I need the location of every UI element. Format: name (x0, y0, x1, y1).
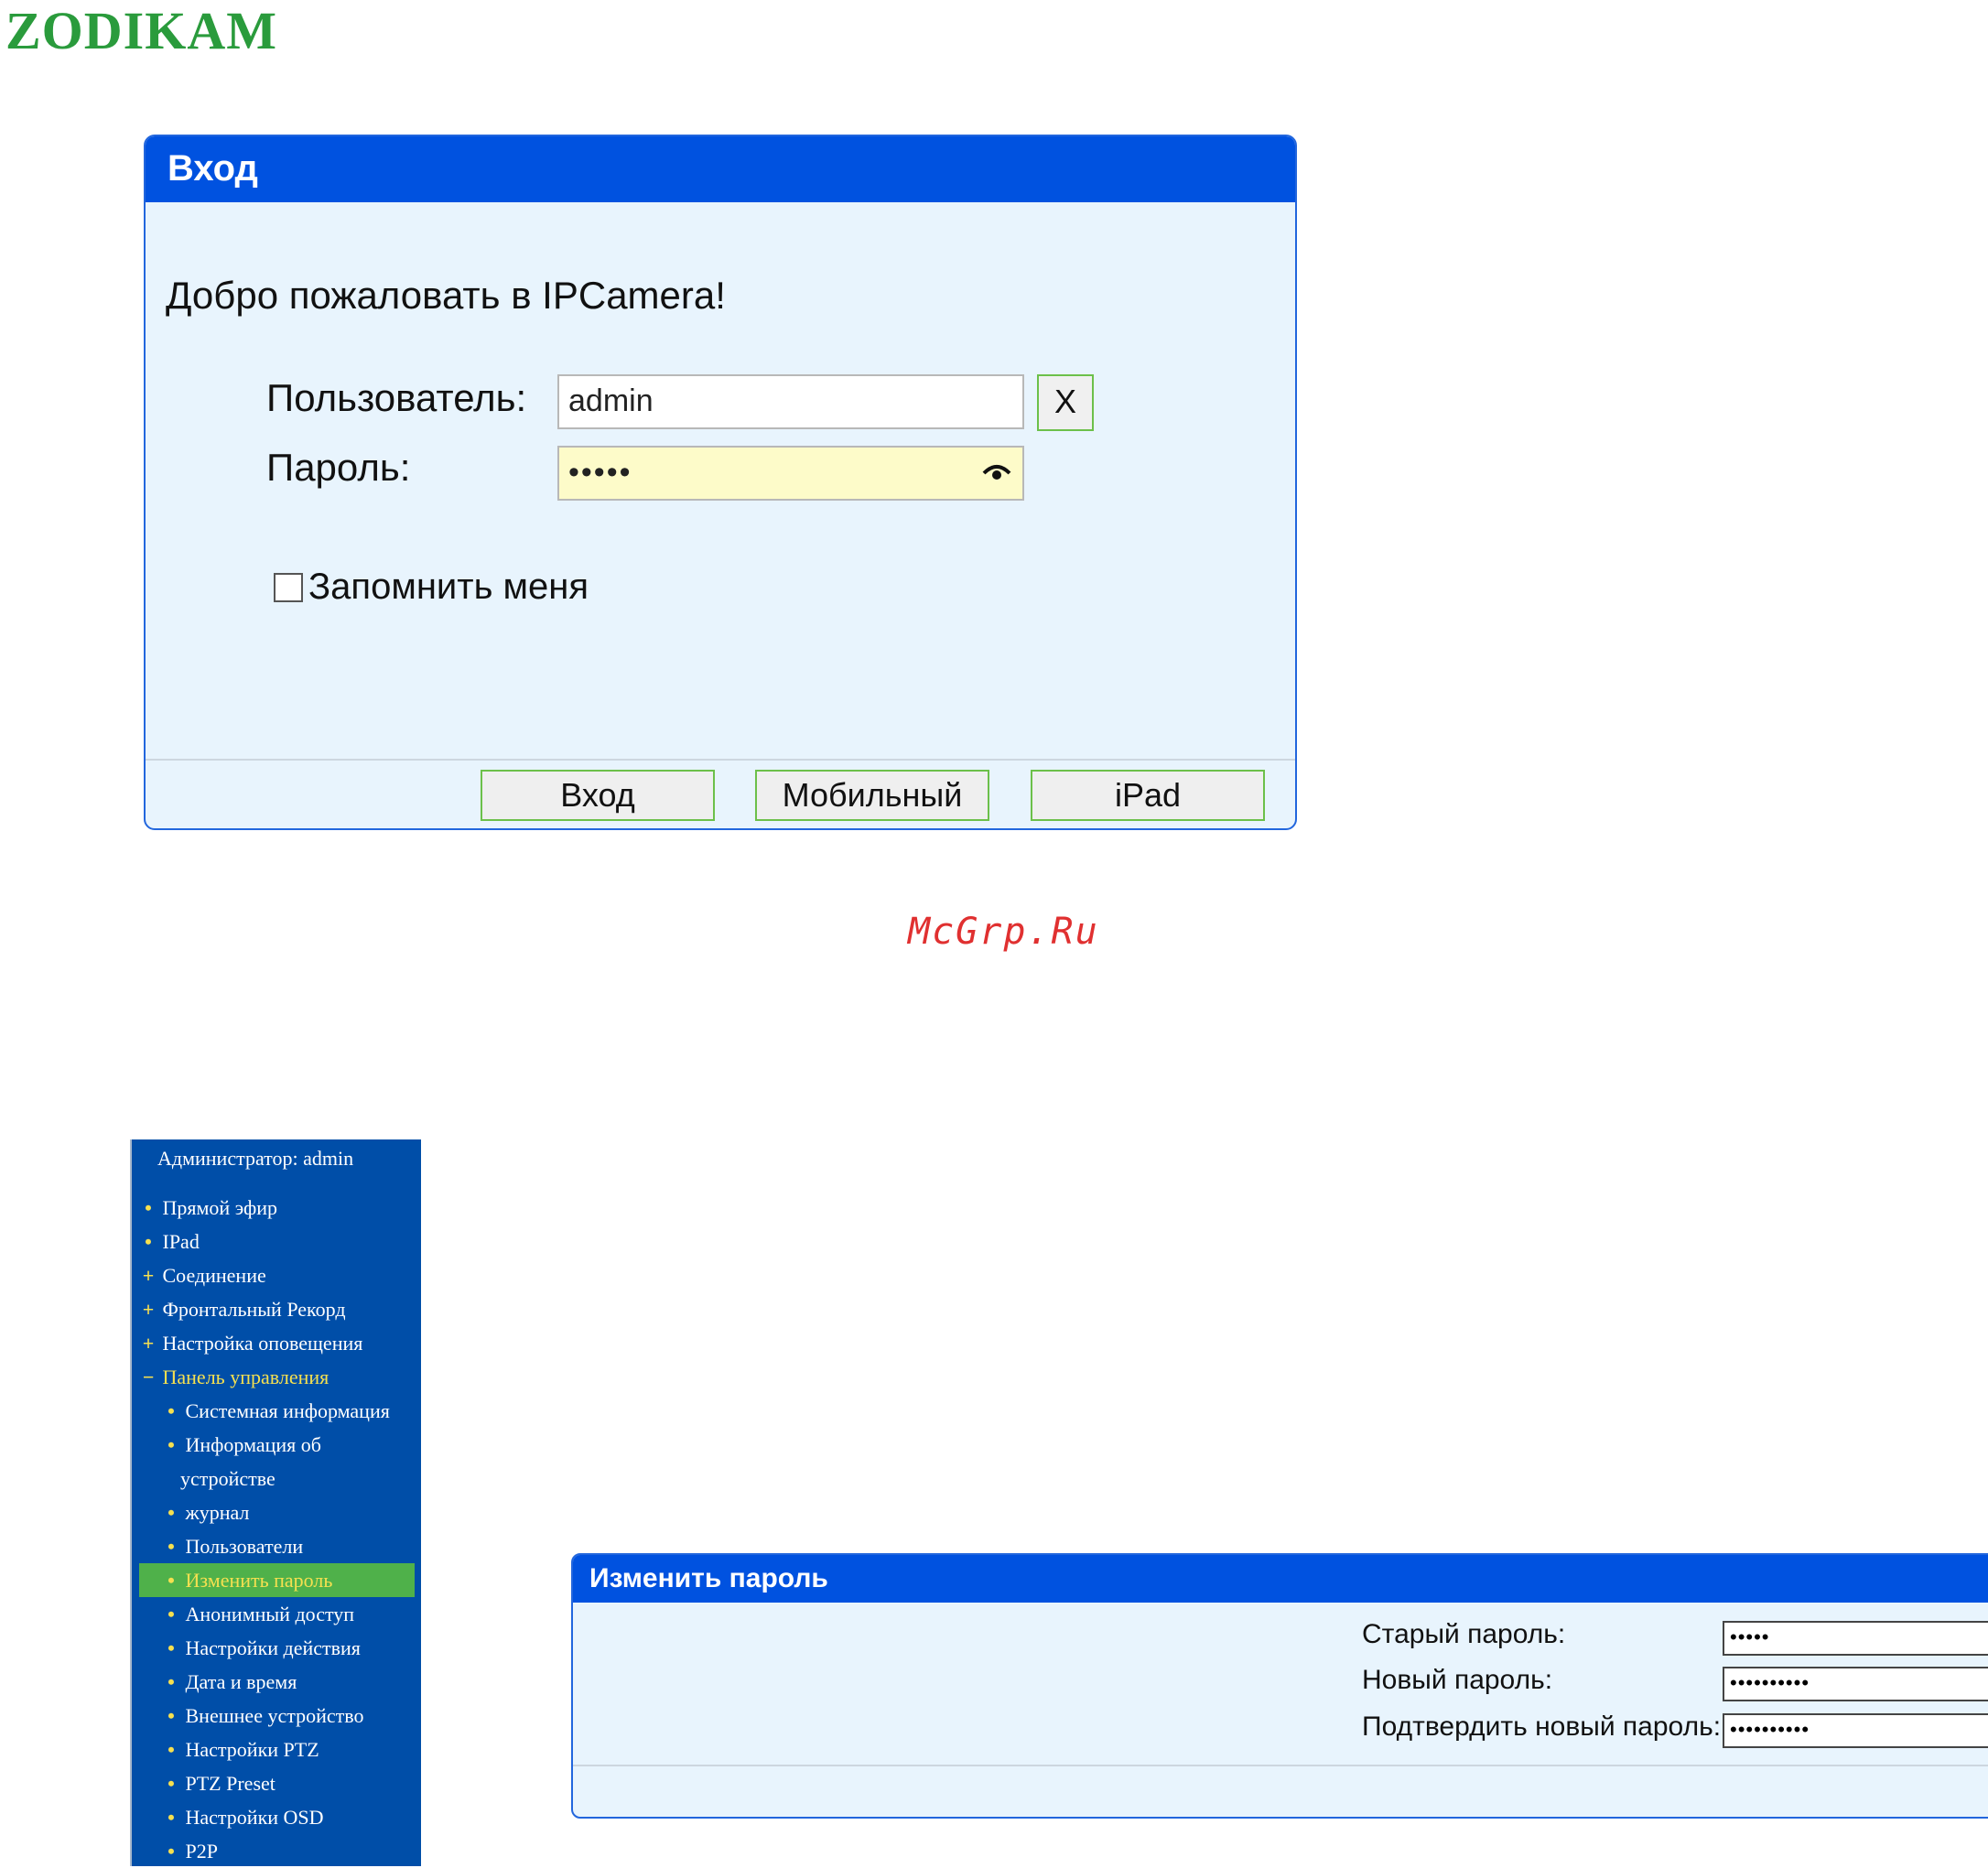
sidebar-item-ptz-settings[interactable]: • Настройки PTZ (139, 1733, 421, 1766)
sidebar-item-record[interactable]: + Фронтальный Рекорд (139, 1292, 421, 1326)
old-password-input[interactable]: ••••• (1723, 1621, 1988, 1656)
mobile-button[interactable]: Мобильный (755, 770, 989, 821)
sidebar-item-p2p[interactable]: • P2P (139, 1834, 421, 1868)
watermark: McGrp.Ru (908, 911, 1099, 953)
sidebar-item-connection[interactable]: + Соединение (139, 1258, 421, 1292)
remember-me[interactable]: Запомнить меня (274, 567, 589, 608)
password-label: Пароль: (266, 446, 411, 489)
login-button[interactable]: Вход (481, 770, 715, 821)
remember-label: Запомнить меня (308, 567, 589, 607)
welcome-text: Добро пожаловать в IPCamera! (166, 274, 726, 317)
sidebar-item-ipad[interactable]: • IPad (139, 1225, 421, 1258)
username-label: Пользователь: (266, 376, 527, 419)
sidebar-item-log[interactable]: • журнал (139, 1495, 421, 1529)
sidebar-item-actions[interactable]: • Настройки действия (139, 1631, 421, 1665)
login-title: Вход (146, 136, 1295, 202)
login-divider (146, 759, 1295, 761)
sidebar-item-change-password[interactable]: • Изменить пароль (139, 1563, 415, 1597)
sidebar-item-control-panel[interactable]: − Панель управления (139, 1360, 421, 1394)
login-panel: Вход Добро пожаловать в IPCamera! Пользо… (144, 135, 1297, 830)
sidebar-item-users[interactable]: • Пользователи (139, 1529, 421, 1563)
sidebar-item-external[interactable]: • Внешнее устройство (139, 1699, 421, 1733)
remember-checkbox[interactable] (274, 572, 303, 602)
sidebar-item-datetime[interactable]: • Дата и время (139, 1665, 421, 1699)
username-input[interactable]: admin (557, 374, 1024, 429)
sidebar-menu: • Прямой эфир • IPad + Соединение + Фрон… (139, 1191, 421, 1868)
sidebar-item-ptz-preset[interactable]: • PTZ Preset (139, 1766, 421, 1800)
admin-label: Администратор: admin (157, 1147, 354, 1170)
clear-username-button[interactable]: X (1037, 374, 1094, 431)
change-password-panel: Изменить пароль Старый пароль: ••••• Нов… (571, 1553, 1988, 1819)
change-password-divider (573, 1765, 1988, 1766)
password-input[interactable]: ••••• (557, 446, 1024, 501)
sidebar-item-osd[interactable]: • Настройки OSD (139, 1800, 421, 1834)
zodikam-logo: ZODIKAM (5, 1, 277, 60)
change-password-title: Изменить пароль (573, 1555, 1988, 1603)
sidebar-item-device-info[interactable]: • Информация об (139, 1428, 421, 1462)
sidebar-item-system-info[interactable]: • Системная информация (139, 1394, 421, 1428)
confirm-password-label: Подтвердить новый пароль: (1362, 1711, 1722, 1742)
new-password-input[interactable]: •••••••••• (1723, 1667, 1988, 1701)
ipad-button[interactable]: iPad (1031, 770, 1265, 821)
password-value: ••••• (568, 455, 632, 490)
sidebar: Администратор: admin • Прямой эфир • IPa… (130, 1139, 421, 1866)
show-password-icon[interactable] (982, 460, 1011, 482)
sidebar-item-anonymous[interactable]: • Анонимный доступ (139, 1597, 421, 1631)
sidebar-item-device-info-cont[interactable]: устройстве (139, 1462, 421, 1495)
old-password-label: Старый пароль: (1362, 1619, 1566, 1649)
sidebar-item-alerts[interactable]: + Настройка оповещения (139, 1326, 421, 1360)
sidebar-item-live[interactable]: • Прямой эфир (139, 1191, 421, 1225)
confirm-password-input[interactable]: •••••••••• (1723, 1713, 1988, 1748)
new-password-label: Новый пароль: (1362, 1665, 1553, 1695)
